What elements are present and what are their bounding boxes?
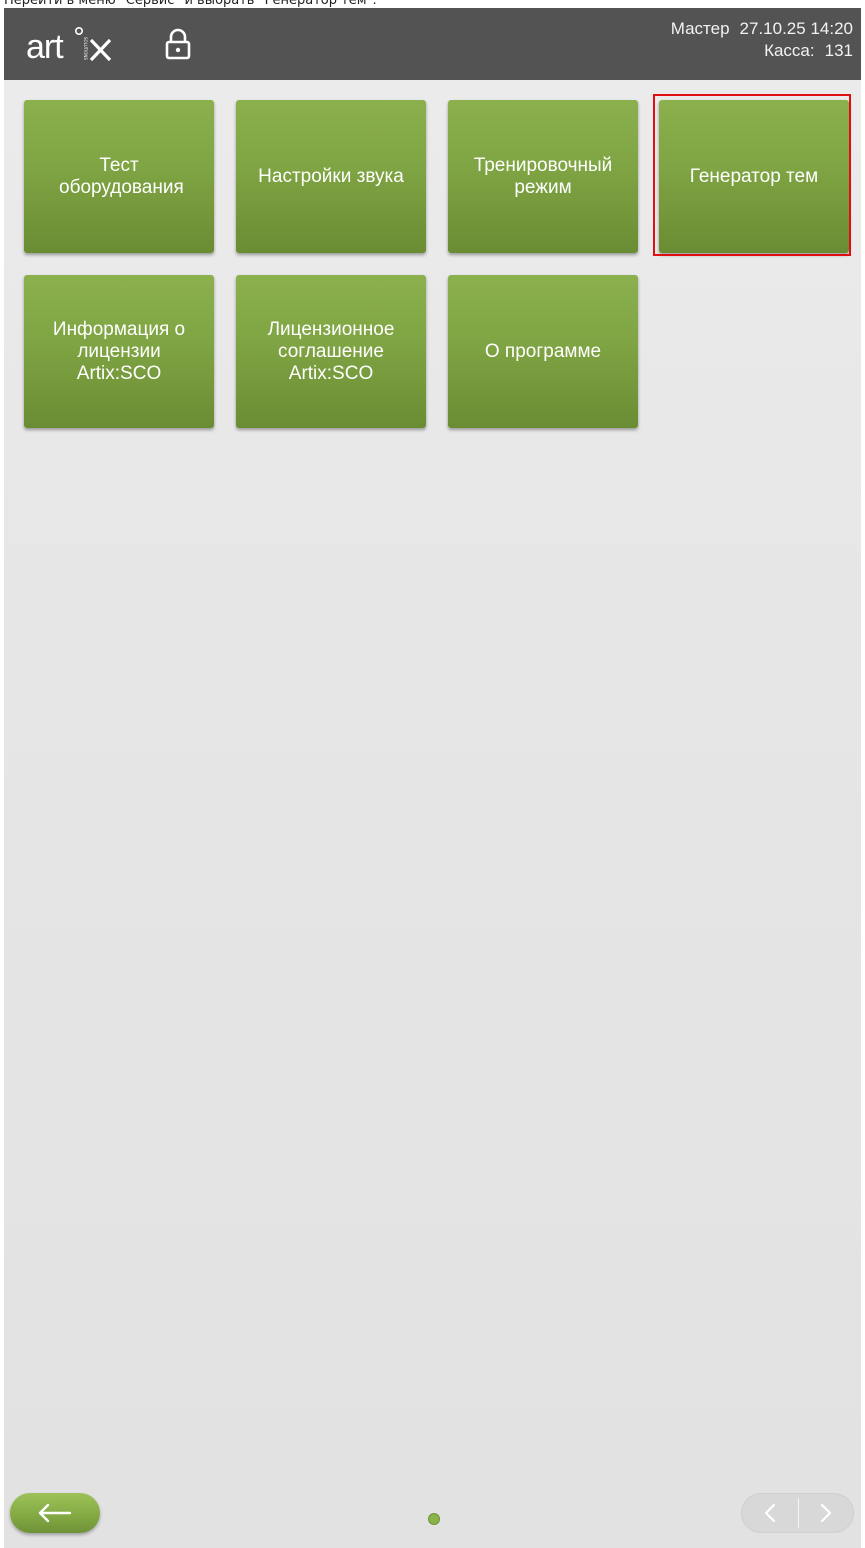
instruction-caption: Перейти в меню "Сервис" и выбрать "Генер…: [4, 0, 377, 8]
tile-about[interactable]: О программе: [448, 275, 638, 428]
tile-equipment-test[interactable]: Тест оборудования: [24, 100, 214, 253]
page-indicator-dot: [428, 1513, 440, 1525]
tile-license-info[interactable]: Информация о лицензии Artix:SCO: [24, 275, 214, 428]
register-number: 131: [824, 41, 853, 60]
svg-text:art: art: [26, 28, 64, 66]
tile-training-mode[interactable]: Тренировочный режим: [448, 100, 638, 253]
lock-icon[interactable]: [164, 28, 192, 60]
tile-theme-generator[interactable]: Генератор тем: [659, 100, 849, 253]
artx-logo: art SOLUTIONS: [26, 27, 112, 66]
date-time: 27.10.25 14:20: [739, 19, 853, 38]
tile-sound-settings[interactable]: Настройки звука: [236, 100, 426, 253]
top-bar: art SOLUTIONS Мастер 27.10.25 14:20 Касса…: [4, 8, 861, 80]
chevron-left-icon: [764, 1503, 776, 1523]
tile-label: Тренировочный режим: [473, 154, 613, 198]
back-button[interactable]: [10, 1493, 100, 1533]
tile-label: Лицензионное соглашение Artix:SCO: [267, 318, 395, 384]
register-label: Касса:: [764, 41, 815, 60]
app-screen: art SOLUTIONS Мастер 27.10.25 14:20 Касса…: [4, 8, 861, 1548]
tile-label: Информация о лицензии Artix:SCO: [52, 318, 186, 384]
svg-text:SOLUTIONS: SOLUTIONS: [83, 37, 88, 60]
user-name: Мастер: [670, 19, 730, 38]
pager: [741, 1493, 854, 1533]
tile-label: О программе: [484, 340, 602, 362]
tile-label: Генератор тем: [689, 165, 819, 187]
prev-page-button[interactable]: [742, 1494, 798, 1532]
chevron-right-icon: [820, 1503, 832, 1523]
arrow-left-icon: [38, 1503, 72, 1523]
tile-label: Тест оборудования: [59, 154, 184, 198]
status-info: Мастер 27.10.25 14:20 Касса: 131: [671, 18, 853, 62]
tile-license-agreement[interactable]: Лицензионное соглашение Artix:SCO: [236, 275, 426, 428]
tile-label: Настройки звука: [258, 165, 404, 187]
next-page-button[interactable]: [798, 1494, 854, 1532]
